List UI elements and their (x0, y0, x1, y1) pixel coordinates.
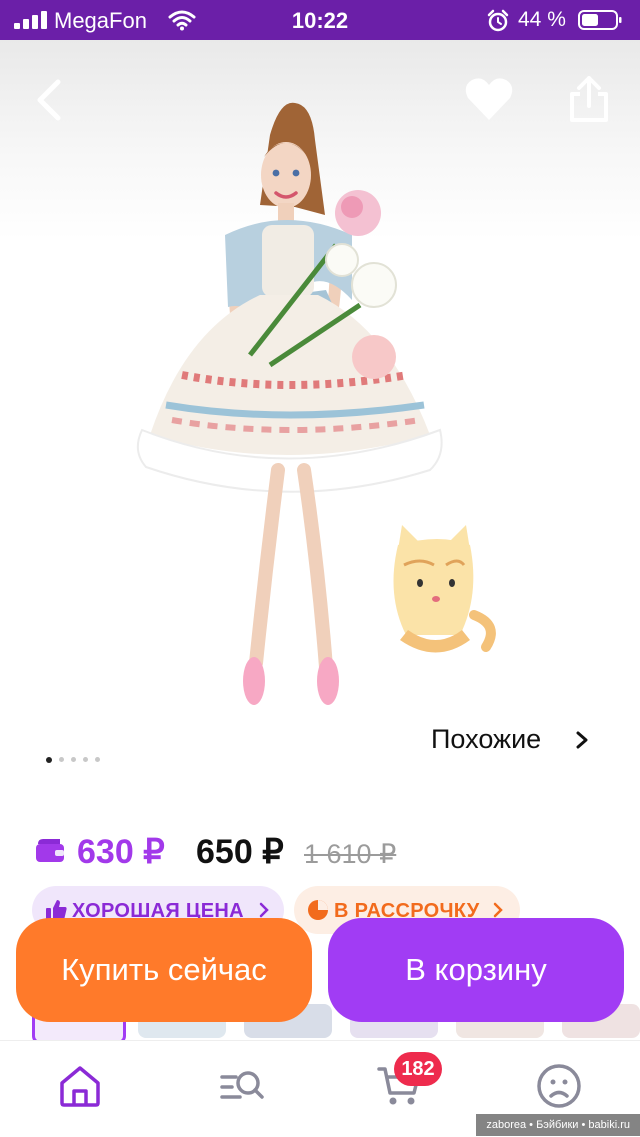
pager-dot[interactable] (71, 757, 76, 763)
watermark: zaborea • Бэйбики • babiki.ru (476, 1114, 640, 1136)
back-icon[interactable] (30, 78, 70, 122)
add-to-cart-button[interactable]: В корзину (328, 918, 624, 1022)
pager-dot[interactable] (83, 757, 88, 763)
pie-chart-icon (308, 900, 328, 920)
catalog-search-icon[interactable] (218, 1063, 264, 1109)
product-gallery[interactable] (0, 40, 640, 740)
chevron-right-icon (493, 902, 503, 918)
status-bar: MegaFon 10:22 44 % (0, 0, 640, 40)
alarm-icon (487, 9, 509, 32)
profile-icon[interactable] (536, 1063, 582, 1109)
buy-now-button[interactable]: Купить сейчас (16, 918, 312, 1022)
battery-icon (578, 10, 622, 30)
home-icon[interactable] (57, 1063, 103, 1109)
similar-link[interactable]: Похожие (431, 724, 541, 755)
pager-dot[interactable] (59, 757, 64, 763)
heart-icon[interactable] (464, 76, 514, 122)
share-icon[interactable] (566, 74, 612, 124)
battery-percent: 44 % (518, 8, 566, 31)
price-current: 650 ₽ (196, 833, 284, 871)
cart-count-badge: 182 (394, 1052, 442, 1086)
pager-dot[interactable] (95, 757, 100, 763)
wallet-icon (36, 839, 64, 862)
chevron-right-icon (259, 902, 269, 918)
pager-dot-active[interactable] (46, 756, 52, 763)
chevron-right-icon[interactable] (574, 730, 590, 750)
gallery-pager[interactable] (46, 751, 107, 763)
price-with-wallet: 630 ₽ (77, 833, 165, 871)
price-old: 1 610 ₽ (304, 839, 397, 869)
product-photo[interactable] (90, 95, 550, 735)
